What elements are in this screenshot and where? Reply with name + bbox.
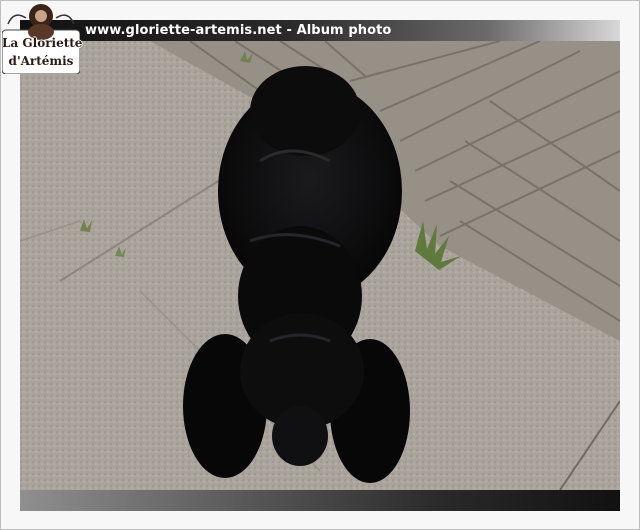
site-logo[interactable]: La Gloriette d'Artémis [1,2,83,75]
footer-bar [20,490,620,511]
album-photo[interactable] [20,41,620,490]
logo-text-line1: La Gloriette [2,36,83,50]
logo-text-line2: d'Artémis [8,54,74,68]
page-title: www.gloriette-artemis.net - Album photo [85,23,392,38]
